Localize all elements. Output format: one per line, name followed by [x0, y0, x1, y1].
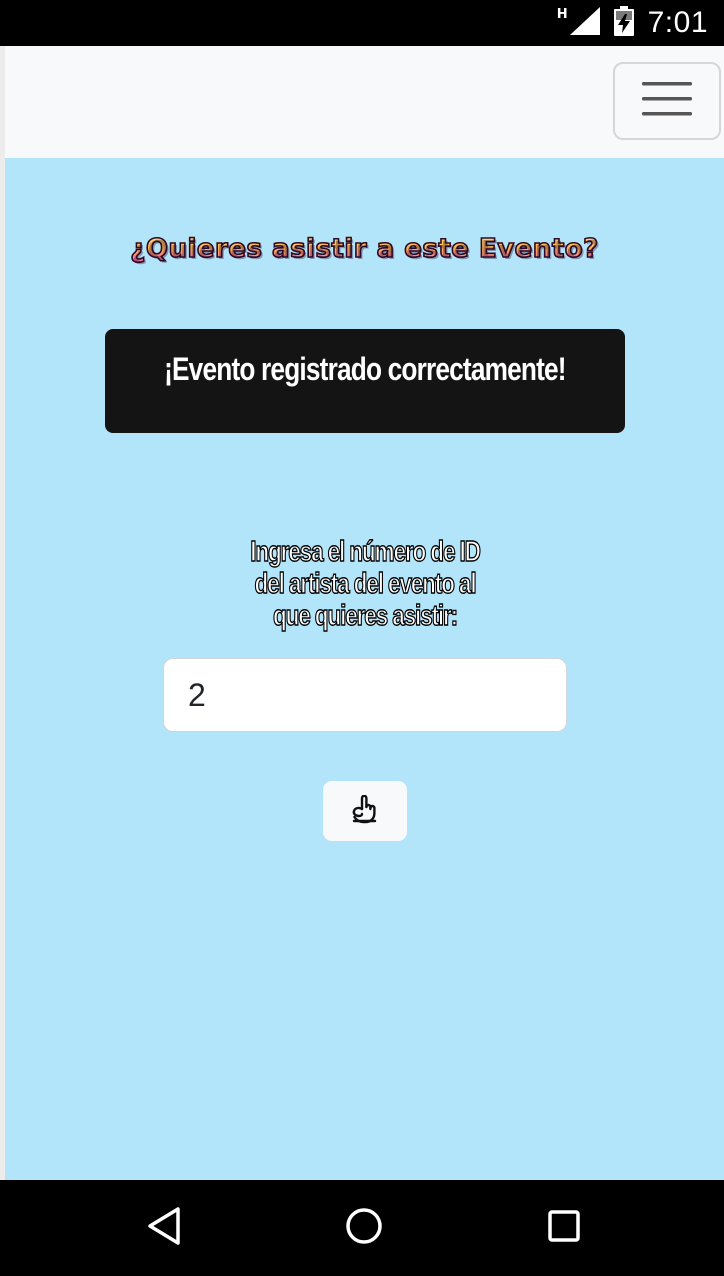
network-type-label: H: [556, 6, 568, 22]
home-circle-icon: [344, 1206, 384, 1251]
signal-icon: [569, 6, 600, 40]
status-bar: H 7:01: [0, 0, 724, 46]
home-button[interactable]: [334, 1200, 394, 1256]
recents-button[interactable]: [534, 1200, 594, 1256]
status-time: 7:01: [647, 6, 708, 39]
navbar-toggler-button[interactable]: [613, 62, 721, 140]
main-content: ¿Quieres asistir a este Evento? ¡Evento …: [5, 158, 724, 1180]
hamburger-menu-icon: [642, 80, 692, 123]
status-bar-right: H 7:01: [557, 0, 708, 46]
navbar: [5, 46, 724, 158]
artist-id-label-text: Ingresa el número de ID del artista del …: [250, 535, 482, 632]
battery-charging-icon: [613, 5, 634, 41]
success-alert-text: ¡Evento registrado correctamente!: [164, 351, 566, 387]
page-title: ¿Quieres asistir a este Evento?: [5, 233, 724, 265]
submit-button[interactable]: [323, 781, 407, 841]
recents-square-icon: [546, 1208, 582, 1249]
phone-screen: H 7:01 ¿Quieres asistir a este Evento? ¡…: [0, 0, 724, 1276]
back-triangle-icon: [146, 1206, 182, 1251]
system-navigation-bar: [0, 1180, 724, 1276]
artist-id-label: Ingresa el número de ID del artista del …: [205, 535, 525, 632]
artist-id-input[interactable]: [163, 658, 567, 732]
success-alert: ¡Evento registrado correctamente!: [105, 329, 625, 433]
hand-pointing-icon: [349, 794, 381, 828]
back-button[interactable]: [134, 1200, 194, 1256]
